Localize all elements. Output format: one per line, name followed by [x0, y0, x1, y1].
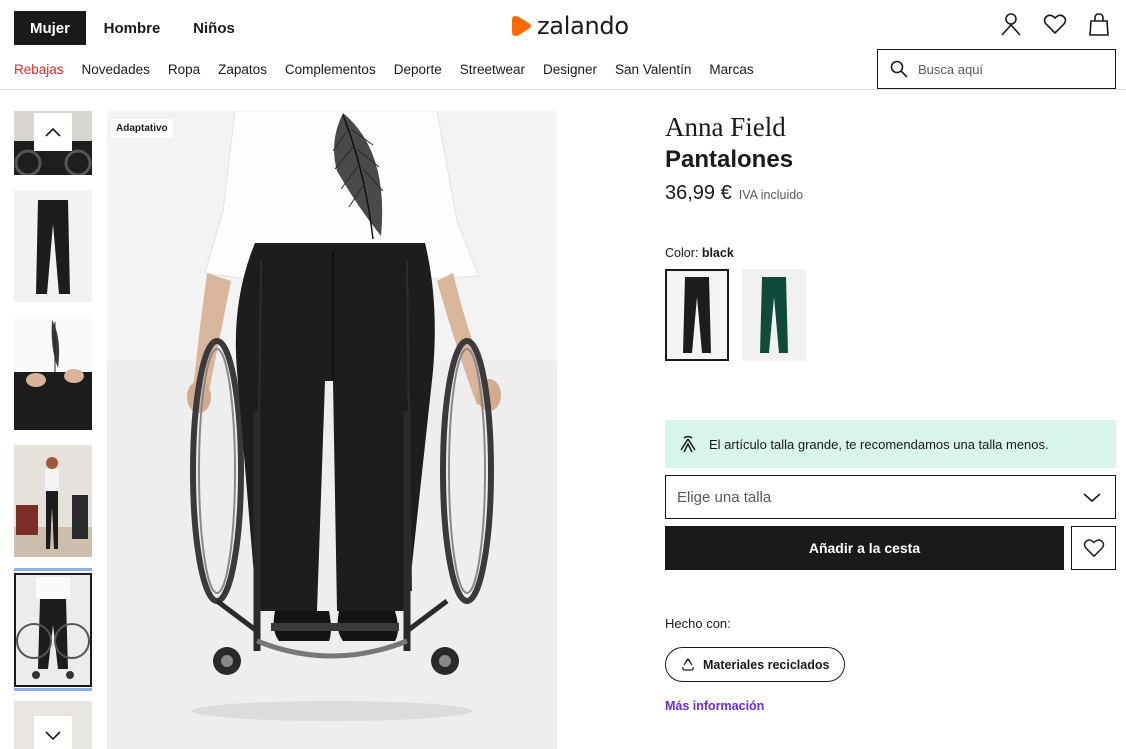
chevron-down-icon — [1083, 492, 1101, 502]
nav-divider — [0, 89, 1126, 90]
zalando-logo[interactable]: zalando — [511, 12, 629, 40]
nav-deporte[interactable]: Deporte — [394, 62, 442, 77]
nav-zapatos[interactable]: Zapatos — [218, 62, 267, 77]
search-box[interactable] — [877, 49, 1116, 89]
heart-icon[interactable] — [1042, 10, 1068, 38]
heart-icon — [1083, 539, 1104, 558]
play-logo-icon — [512, 16, 531, 36]
thumbnail-5[interactable] — [14, 573, 92, 687]
tab-ninos[interactable]: Niños — [182, 11, 246, 45]
category-nav: Rebajas Novedades Ropa Zapatos Complemen… — [14, 62, 754, 77]
fit-note-text: El artículo talla grande, te recomendamo… — [709, 436, 1049, 452]
more-info-link[interactable]: Más información — [665, 699, 764, 713]
search-icon — [890, 60, 908, 78]
nav-san-valentin[interactable]: San Valentín — [615, 62, 691, 77]
chevron-down-icon — [45, 731, 61, 741]
nav-ropa[interactable]: Ropa — [168, 62, 200, 77]
product-photo — [107, 111, 557, 749]
thumbnail-up-button[interactable] — [34, 113, 72, 151]
color-swatch-black[interactable] — [665, 269, 729, 361]
size-select-placeholder: Elige una talla — [677, 488, 772, 506]
wishlist-button[interactable] — [1071, 526, 1116, 570]
recycle-icon — [682, 657, 694, 671]
nav-novedades[interactable]: Novedades — [82, 62, 150, 77]
tab-mujer[interactable]: Mujer — [14, 11, 86, 45]
product-price: 36,99 € — [665, 182, 732, 204]
product-brand[interactable]: Anna Field — [665, 112, 786, 143]
made-with-label: Hecho con: — [665, 616, 731, 631]
recycled-materials-pill[interactable]: Materiales reciclados — [665, 647, 846, 682]
fit-recommendation: El artículo talla grande, te recomendamo… — [665, 420, 1116, 468]
material-label: Materiales reciclados — [703, 657, 830, 672]
nav-streetwear[interactable]: Streetwear — [460, 62, 525, 77]
nav-marcas[interactable]: Marcas — [709, 62, 753, 77]
thumbnail-down-button[interactable] — [34, 716, 72, 749]
product-name: Pantalones — [665, 146, 794, 173]
thumbnail-selected-indicator-bottom — [14, 688, 92, 691]
color-value: black — [701, 246, 734, 260]
tab-hombre[interactable]: Hombre — [96, 11, 168, 45]
nav-designer[interactable]: Designer — [543, 62, 597, 77]
hanger-icon — [680, 435, 696, 453]
thumbnail-2[interactable] — [14, 190, 92, 302]
nav-complementos[interactable]: Complementos — [285, 62, 376, 77]
color-label: Color: black — [665, 246, 734, 260]
main-product-image[interactable]: Adaptativo — [107, 111, 557, 749]
color-label-prefix: Color: — [665, 246, 699, 260]
header-icons — [998, 10, 1112, 38]
thumbnail-4[interactable] — [14, 445, 92, 557]
chevron-up-icon — [45, 127, 61, 137]
add-to-cart-button[interactable]: Añadir a la cesta — [665, 526, 1064, 570]
vat-note: IVA incluido — [738, 188, 804, 202]
thumbnail-3[interactable] — [14, 318, 92, 430]
logo-text: zalando — [537, 12, 629, 40]
nav-rebajas[interactable]: Rebajas — [14, 62, 64, 77]
top-bar: Mujer Hombre Niños zalando — [0, 0, 1126, 56]
search-input[interactable] — [918, 61, 1098, 77]
user-icon[interactable] — [998, 10, 1024, 38]
size-select[interactable]: Elige una talla — [665, 475, 1116, 519]
thumbnail-strip — [14, 111, 92, 749]
thumbnail-selected-indicator — [14, 568, 92, 571]
adaptive-badge: Adaptativo — [111, 119, 173, 138]
color-swatch-green[interactable] — [742, 269, 806, 361]
price-row: 36,99 € IVA incluido — [665, 182, 803, 205]
bag-icon[interactable] — [1086, 10, 1112, 38]
